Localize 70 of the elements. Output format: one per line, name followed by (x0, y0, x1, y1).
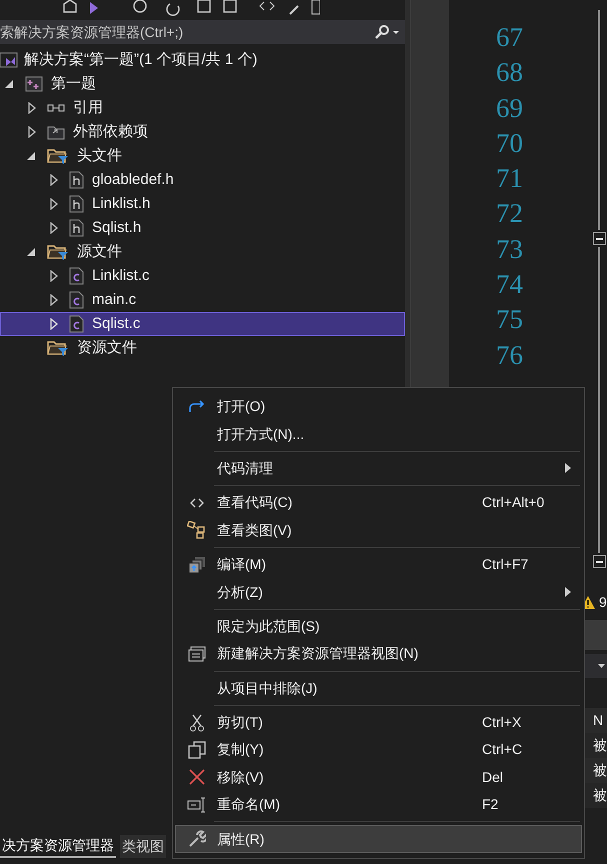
tree-item[interactable]: Sqlist.h (0, 216, 406, 240)
tree-item[interactable]: 外部依赖项 (0, 120, 406, 144)
class-diagram-icon (186, 521, 206, 540)
search-field[interactable]: 索解决方案资源管理器(Ctrl+;) (0, 20, 406, 44)
collapse-toggle[interactable] (592, 232, 606, 245)
filter-folder-icon (47, 339, 69, 357)
tree-item[interactable]: Linklist.c (0, 264, 406, 288)
wrench-icon (188, 830, 206, 848)
line-number: 76 (496, 338, 523, 372)
reference-icon (47, 103, 65, 113)
search-icon[interactable] (375, 25, 400, 39)
c-file-icon (69, 315, 84, 333)
filter-folder-icon (47, 147, 69, 165)
warning-count: 9 (599, 592, 607, 612)
panel-tab[interactable]: 决方案资源管理器 (0, 835, 116, 858)
menu-item[interactable]: 移除(V) Del (175, 764, 582, 792)
header-file-icon (69, 171, 84, 189)
menu-item[interactable]: 查看类图(V) (175, 516, 582, 544)
c-file-icon (69, 291, 84, 309)
redo-arrow-icon (188, 400, 206, 414)
header-file-icon (69, 195, 84, 213)
c-file-icon (69, 267, 84, 285)
line-number: 73 (496, 232, 523, 266)
panel-tab[interactable]: 类视图 (120, 835, 166, 858)
menu-item[interactable]: 打开方式(N)... (175, 420, 582, 448)
tree-item[interactable]: 第一题 (0, 72, 406, 96)
menu-item[interactable]: 查看代码(C) Ctrl+Alt+0 (175, 489, 582, 517)
menu-item[interactable]: 分析(Z) (175, 578, 582, 606)
tree-item[interactable]: 资源文件 (0, 336, 406, 360)
line-number: 69 (496, 92, 523, 125)
close-icon (188, 769, 204, 786)
new-view-icon (188, 646, 206, 662)
search-input[interactable]: 索解决方案资源管理器(Ctrl+;) (0, 22, 350, 42)
line-number: 70 (496, 126, 523, 160)
line-number: 75 (496, 303, 523, 336)
menu-item[interactable]: 代码清理 (175, 454, 582, 482)
line-number: 67 (496, 21, 523, 54)
line-number: 68 (496, 56, 523, 90)
solution-icon (0, 51, 18, 69)
line-number: 74 (496, 268, 523, 302)
tree-item[interactable]: gloabledef.h (0, 168, 406, 192)
menu-item[interactable]: 新建解决方案资源管理器视图(N) (175, 640, 582, 668)
folder-icon (47, 124, 65, 140)
collapse-toggle[interactable] (592, 555, 606, 568)
tree-item[interactable]: 头文件 (0, 144, 406, 168)
tree-item[interactable]: Linklist.h (0, 192, 406, 216)
header-file-icon (69, 219, 84, 237)
copy-icon (188, 740, 206, 759)
menu-item[interactable]: 从项目中排除(J) (175, 674, 582, 702)
rename-icon (186, 796, 206, 813)
filter-folder-icon (47, 243, 69, 261)
menu-item[interactable]: 属性(R) (175, 825, 582, 853)
menu-item[interactable]: 剪切(T) Ctrl+X (175, 708, 582, 736)
tree-item[interactable]: 引用 (0, 96, 406, 120)
line-number: 72 (496, 197, 523, 230)
menu-item[interactable]: 复制(Y) Ctrl+C (175, 736, 582, 764)
tree-item[interactable]: 源文件 (0, 240, 406, 264)
menu-item[interactable]: 重命名(M) F2 (175, 791, 582, 818)
dropdown-caret-icon[interactable] (598, 664, 605, 668)
line-number: 71 (496, 162, 523, 196)
tree-item[interactable]: Sqlist.c (0, 312, 406, 336)
project-icon (25, 76, 43, 92)
tree-item[interactable]: main.c (0, 288, 406, 312)
build-stack-icon (188, 556, 206, 574)
menu-item[interactable]: 打开(O) (175, 393, 582, 420)
code-brackets-icon (190, 498, 204, 508)
solution-label[interactable]: 解决方案“第一题”(1 个项目/共 1 个) (24, 48, 258, 72)
menu-item[interactable]: 限定为此范围(S) (175, 612, 582, 640)
scissors-icon (190, 714, 204, 732)
menu-item[interactable]: 编译(M) Ctrl+F7 (175, 550, 582, 578)
